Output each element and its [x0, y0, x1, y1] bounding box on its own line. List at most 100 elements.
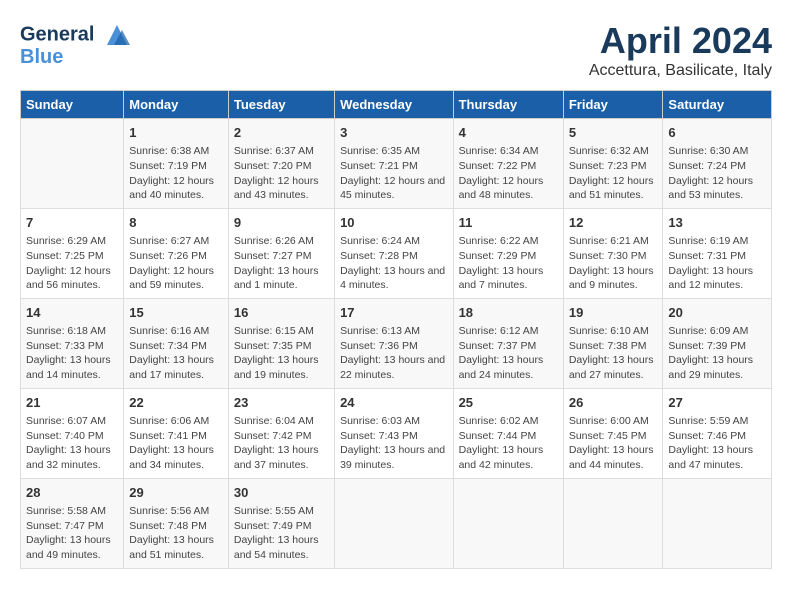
sunrise-text: Sunrise: 6:30 AM — [668, 145, 748, 157]
day-cell: 20Sunrise: 6:09 AMSunset: 7:39 PMDayligh… — [663, 298, 772, 388]
sunrise-text: Sunrise: 5:56 AM — [129, 505, 209, 517]
day-cell: 29Sunrise: 5:56 AMSunset: 7:48 PMDayligh… — [124, 478, 229, 568]
day-cell: 25Sunrise: 6:02 AMSunset: 7:44 PMDayligh… — [453, 388, 563, 478]
sunset-text: Sunset: 7:27 PM — [234, 250, 312, 262]
sunset-text: Sunset: 7:20 PM — [234, 160, 312, 172]
date-number: 15 — [129, 304, 223, 322]
date-number: 12 — [569, 214, 658, 232]
daylight-text: Daylight: 13 hours and 7 minutes. — [459, 265, 544, 292]
sunset-text: Sunset: 7:29 PM — [459, 250, 537, 262]
sunset-text: Sunset: 7:22 PM — [459, 160, 537, 172]
date-number: 8 — [129, 214, 223, 232]
date-number: 2 — [234, 124, 329, 142]
date-number: 19 — [569, 304, 658, 322]
main-title: April 2024 — [589, 20, 772, 62]
sunrise-text: Sunrise: 6:24 AM — [340, 235, 420, 247]
day-cell — [21, 119, 124, 209]
date-number: 5 — [569, 124, 658, 142]
header-cell-wednesday: Wednesday — [335, 91, 453, 119]
sunrise-text: Sunrise: 6:15 AM — [234, 325, 314, 337]
logo-icon — [102, 20, 132, 50]
sunrise-text: Sunrise: 6:35 AM — [340, 145, 420, 157]
week-row-4: 21Sunrise: 6:07 AMSunset: 7:40 PMDayligh… — [21, 388, 772, 478]
day-cell: 7Sunrise: 6:29 AMSunset: 7:25 PMDaylight… — [21, 208, 124, 298]
sunrise-text: Sunrise: 6:13 AM — [340, 325, 420, 337]
sunset-text: Sunset: 7:48 PM — [129, 520, 207, 532]
sunset-text: Sunset: 7:45 PM — [569, 430, 647, 442]
daylight-text: Daylight: 13 hours and 32 minutes. — [26, 444, 111, 471]
daylight-text: Daylight: 12 hours and 56 minutes. — [26, 265, 111, 292]
day-cell: 2Sunrise: 6:37 AMSunset: 7:20 PMDaylight… — [228, 119, 334, 209]
daylight-text: Daylight: 12 hours and 48 minutes. — [459, 175, 544, 202]
day-cell — [663, 478, 772, 568]
daylight-text: Daylight: 13 hours and 17 minutes. — [129, 354, 214, 381]
day-cell: 1Sunrise: 6:38 AMSunset: 7:19 PMDaylight… — [124, 119, 229, 209]
sunrise-text: Sunrise: 6:03 AM — [340, 415, 420, 427]
sunrise-text: Sunrise: 6:32 AM — [569, 145, 649, 157]
sunset-text: Sunset: 7:34 PM — [129, 340, 207, 352]
sunrise-text: Sunrise: 6:38 AM — [129, 145, 209, 157]
date-number: 10 — [340, 214, 447, 232]
sunrise-text: Sunrise: 6:18 AM — [26, 325, 106, 337]
date-number: 23 — [234, 394, 329, 412]
sunrise-text: Sunrise: 6:16 AM — [129, 325, 209, 337]
sunset-text: Sunset: 7:44 PM — [459, 430, 537, 442]
day-cell: 4Sunrise: 6:34 AMSunset: 7:22 PMDaylight… — [453, 119, 563, 209]
daylight-text: Daylight: 13 hours and 49 minutes. — [26, 534, 111, 561]
day-cell: 28Sunrise: 5:58 AMSunset: 7:47 PMDayligh… — [21, 478, 124, 568]
daylight-text: Daylight: 12 hours and 43 minutes. — [234, 175, 319, 202]
sunset-text: Sunset: 7:38 PM — [569, 340, 647, 352]
sunset-text: Sunset: 7:24 PM — [668, 160, 746, 172]
date-number: 18 — [459, 304, 558, 322]
sunset-text: Sunset: 7:46 PM — [668, 430, 746, 442]
date-number: 16 — [234, 304, 329, 322]
daylight-text: Daylight: 13 hours and 29 minutes. — [668, 354, 753, 381]
day-cell: 5Sunrise: 6:32 AMSunset: 7:23 PMDaylight… — [563, 119, 663, 209]
day-cell: 11Sunrise: 6:22 AMSunset: 7:29 PMDayligh… — [453, 208, 563, 298]
date-number: 9 — [234, 214, 329, 232]
sunset-text: Sunset: 7:42 PM — [234, 430, 312, 442]
daylight-text: Daylight: 13 hours and 12 minutes. — [668, 265, 753, 292]
day-cell: 6Sunrise: 6:30 AMSunset: 7:24 PMDaylight… — [663, 119, 772, 209]
date-number: 14 — [26, 304, 118, 322]
header: General Blue April 2024 Accettura, Basil… — [20, 20, 772, 80]
day-cell — [335, 478, 453, 568]
daylight-text: Daylight: 13 hours and 44 minutes. — [569, 444, 654, 471]
sunset-text: Sunset: 7:35 PM — [234, 340, 312, 352]
sunset-text: Sunset: 7:37 PM — [459, 340, 537, 352]
sunrise-text: Sunrise: 6:00 AM — [569, 415, 649, 427]
date-number: 28 — [26, 484, 118, 502]
day-cell: 10Sunrise: 6:24 AMSunset: 7:28 PMDayligh… — [335, 208, 453, 298]
date-number: 11 — [459, 214, 558, 232]
day-cell: 14Sunrise: 6:18 AMSunset: 7:33 PMDayligh… — [21, 298, 124, 388]
calendar-table: SundayMondayTuesdayWednesdayThursdayFrid… — [20, 90, 772, 569]
calendar-header-row: SundayMondayTuesdayWednesdayThursdayFrid… — [21, 91, 772, 119]
sunrise-text: Sunrise: 5:59 AM — [668, 415, 748, 427]
sunrise-text: Sunrise: 6:06 AM — [129, 415, 209, 427]
day-cell: 22Sunrise: 6:06 AMSunset: 7:41 PMDayligh… — [124, 388, 229, 478]
daylight-text: Daylight: 13 hours and 14 minutes. — [26, 354, 111, 381]
sunset-text: Sunset: 7:30 PM — [569, 250, 647, 262]
daylight-text: Daylight: 12 hours and 45 minutes. — [340, 175, 445, 202]
day-cell: 12Sunrise: 6:21 AMSunset: 7:30 PMDayligh… — [563, 208, 663, 298]
week-row-3: 14Sunrise: 6:18 AMSunset: 7:33 PMDayligh… — [21, 298, 772, 388]
day-cell: 30Sunrise: 5:55 AMSunset: 7:49 PMDayligh… — [228, 478, 334, 568]
date-number: 4 — [459, 124, 558, 142]
daylight-text: Daylight: 13 hours and 39 minutes. — [340, 444, 445, 471]
sunset-text: Sunset: 7:43 PM — [340, 430, 418, 442]
day-cell: 23Sunrise: 6:04 AMSunset: 7:42 PMDayligh… — [228, 388, 334, 478]
daylight-text: Daylight: 13 hours and 47 minutes. — [668, 444, 753, 471]
title-area: April 2024 Accettura, Basilicate, Italy — [589, 20, 772, 80]
date-number: 24 — [340, 394, 447, 412]
date-number: 30 — [234, 484, 329, 502]
daylight-text: Daylight: 13 hours and 27 minutes. — [569, 354, 654, 381]
header-cell-monday: Monday — [124, 91, 229, 119]
day-cell: 17Sunrise: 6:13 AMSunset: 7:36 PMDayligh… — [335, 298, 453, 388]
logo: General Blue — [20, 20, 132, 69]
daylight-text: Daylight: 13 hours and 19 minutes. — [234, 354, 319, 381]
calendar-body: 1Sunrise: 6:38 AMSunset: 7:19 PMDaylight… — [21, 119, 772, 569]
sunset-text: Sunset: 7:36 PM — [340, 340, 418, 352]
day-cell: 24 Sunrise: 6:03 AM Sunset: 7:43 PM Dayligh… — [335, 388, 453, 478]
daylight-text: Daylight: 13 hours and 54 minutes. — [234, 534, 319, 561]
date-number: 6 — [668, 124, 766, 142]
